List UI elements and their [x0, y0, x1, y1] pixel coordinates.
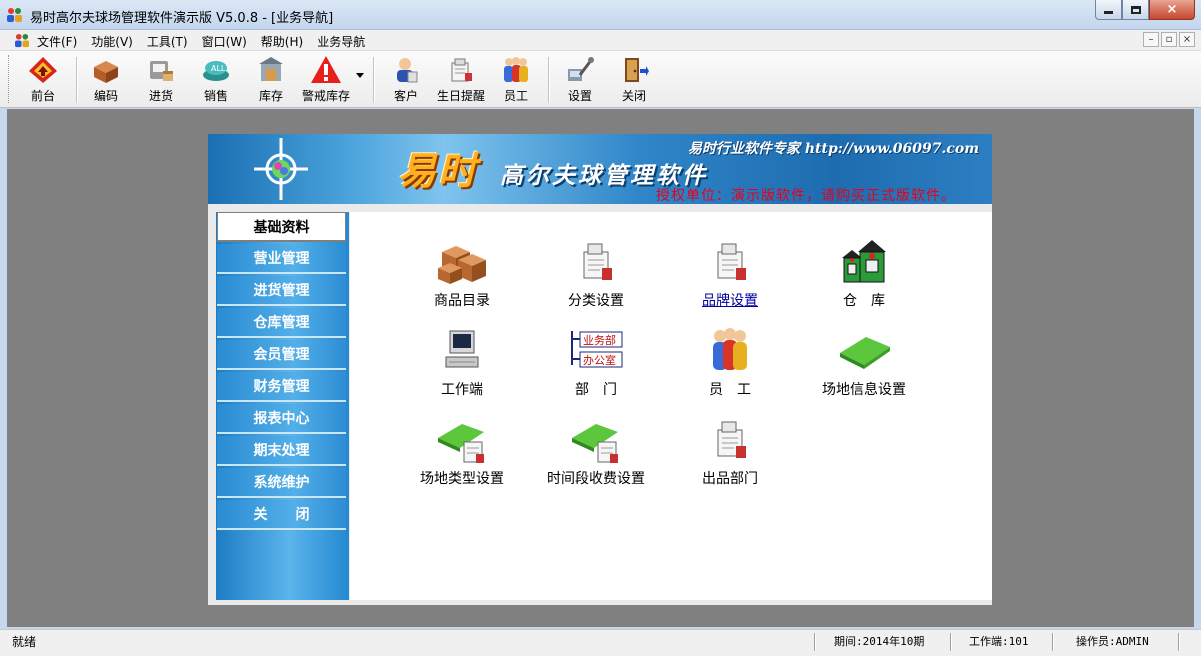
banner-brand: 易时	[398, 148, 479, 193]
warning-icon	[311, 56, 341, 83]
boxes-icon	[94, 61, 118, 83]
banner-slogan: 易时行业软件专家 http://www.06097.com	[688, 141, 980, 157]
close-button[interactable]: ×	[1149, 0, 1195, 20]
computer-icon	[445, 330, 479, 368]
menu-file[interactable]: 文件(F)	[37, 33, 77, 50]
status-text: 就绪	[12, 635, 37, 649]
menu-bar: 文件(F) 功能(V) 工具(T) 窗口(W) 帮助(H) 业务导航 – ▫ ×	[0, 30, 1201, 51]
sidebar-item-purchase[interactable]: 进货管理	[217, 276, 346, 306]
sidebar-item-members[interactable]: 会员管理	[217, 340, 346, 370]
status-bar: 就绪 期间:2014年10期 工作端:101 操作员:ADMIN	[0, 629, 1201, 656]
menu-help[interactable]: 帮助(H)	[261, 33, 303, 50]
birthday-icon	[451, 58, 472, 82]
app-people-icon	[15, 33, 30, 48]
sidebar: 基础资料 营业管理 进货管理 仓库管理 会员管理 财务管理 报表中心 期末处理 …	[216, 212, 349, 600]
toolbar-purchase-button[interactable]: 进货	[131, 55, 191, 105]
purchase-icon	[150, 61, 173, 81]
svg-text:ALL: ALL	[211, 64, 226, 73]
function-warehouse[interactable]: 仓 库	[804, 238, 924, 310]
status-divider	[950, 633, 952, 651]
mdi-minimize-button[interactable]: –	[1143, 32, 1159, 47]
toolbar-code-button[interactable]: 编码	[76, 55, 136, 105]
banner-license: 授权单位：演示版软件，请购买正式版软件。	[656, 188, 956, 204]
toolbar-front-desk-button[interactable]: 前台	[13, 55, 73, 105]
exit-door-icon	[625, 58, 649, 82]
menu-function[interactable]: 功能(V)	[91, 33, 133, 50]
maximize-button[interactable]	[1122, 0, 1149, 20]
toolbar-customer-button[interactable]: 客户	[376, 55, 436, 105]
toolbar-birthday-button[interactable]: 生日提醒	[431, 55, 491, 105]
function-staff[interactable]: 员 工	[670, 327, 790, 399]
menu-window[interactable]: 窗口(W)	[202, 33, 247, 50]
sales-icon: ALL	[203, 61, 229, 81]
toolbar-staff-button[interactable]: 员工	[486, 55, 546, 105]
function-field-type[interactable]: 场地类型设置	[402, 416, 522, 488]
close-icon: ×	[1166, 2, 1178, 17]
sidebar-item-finance[interactable]: 财务管理	[217, 372, 346, 402]
toolbar-separator	[373, 57, 375, 103]
menu-tools[interactable]: 工具(T)	[147, 33, 188, 50]
settings-icon	[568, 57, 594, 81]
front-desk-icon	[29, 57, 57, 83]
function-time-pricing[interactable]: 时间段收费设置	[536, 416, 656, 488]
sidebar-item-close[interactable]: 关 闭	[217, 500, 346, 530]
status-divider	[814, 633, 816, 651]
function-field-info[interactable]: 场地信息设置	[804, 327, 924, 399]
dept-tree-label: 业务部	[583, 333, 616, 347]
window-title: 易时高尔夫球场管理软件演示版 V5.0.8 - [业务导航]	[30, 11, 334, 26]
sidebar-item-warehouse[interactable]: 仓库管理	[217, 308, 346, 338]
printer-doc-icon	[717, 243, 746, 280]
green-field-doc-icon	[438, 424, 484, 463]
toolbar-sales-button[interactable]: ALL 销售	[186, 55, 246, 105]
business-navigator: 易时 高尔夫球管理软件 易时行业软件专家 http://www.06097.co…	[208, 134, 992, 605]
staff-icon	[504, 57, 528, 82]
crosshair-logo-icon	[254, 138, 308, 200]
toolbar-settings-button[interactable]: 设置	[550, 55, 610, 105]
status-workstation: 工作端:101	[969, 635, 1029, 648]
printer-doc-icon	[717, 421, 746, 458]
green-field-doc-icon	[572, 424, 618, 463]
status-divider	[1052, 633, 1054, 651]
function-output-department[interactable]: 出品部门	[670, 416, 790, 488]
sidebar-item-business[interactable]: 营业管理	[217, 244, 346, 274]
boxes-icon	[438, 246, 486, 284]
title-bar: 易时高尔夫球场管理软件演示版 V5.0.8 - [业务导航] ×	[0, 0, 1201, 30]
alert-stock-dropdown-arrow[interactable]	[356, 73, 364, 78]
maximize-icon	[1130, 5, 1141, 14]
inventory-icon	[259, 57, 283, 81]
mdi-close-button[interactable]: ×	[1179, 32, 1195, 47]
toolbar-exit-button[interactable]: 关闭	[604, 55, 664, 105]
warehouse-icon	[842, 240, 886, 283]
function-workstation[interactable]: 工作端	[402, 327, 522, 399]
toolbar-grip[interactable]	[8, 55, 11, 103]
customer-icon	[397, 58, 418, 83]
toolbar: 前台 编码 进货 ALL 销售 库存 警戒库存 客户 生日提醒 员工 设置 关闭	[0, 51, 1201, 108]
sidebar-item-reports[interactable]: 报表中心	[217, 404, 346, 434]
app-people-icon	[7, 8, 22, 22]
printer-doc-icon	[583, 243, 612, 280]
function-category-settings[interactable]: 分类设置	[536, 238, 656, 310]
navigator-body: 基础资料 营业管理 进货管理 仓库管理 会员管理 财务管理 报表中心 期末处理 …	[208, 204, 992, 605]
sidebar-item-system[interactable]: 系统维护	[217, 468, 346, 498]
minimize-icon	[1104, 11, 1113, 14]
dept-tree-label: 办公室	[583, 353, 616, 367]
function-department[interactable]: 业务部 办公室 部 门	[536, 327, 656, 399]
menu-business-nav[interactable]: 业务导航	[317, 33, 365, 50]
green-field-icon	[840, 337, 890, 369]
department-tree-icon: 业务部 办公室	[571, 331, 623, 368]
banner: 易时 高尔夫球管理软件 易时行业软件专家 http://www.06097.co…	[208, 134, 992, 204]
mdi-restore-button[interactable]: ▫	[1161, 32, 1177, 47]
minimize-button[interactable]	[1095, 0, 1122, 20]
function-panel: 商品目录 分类设置 品牌设置 仓 库 工作端 业务部 办公室 部 门 员 工 场…	[350, 212, 992, 600]
sidebar-item-period-end[interactable]: 期末处理	[217, 436, 346, 466]
status-period: 期间:2014年10期	[834, 635, 925, 648]
function-brand-settings[interactable]: 品牌设置	[670, 238, 790, 310]
status-operator: 操作员:ADMIN	[1076, 635, 1149, 648]
sidebar-item-basic-data[interactable]: 基础资料	[217, 212, 346, 242]
toolbar-inventory-button[interactable]: 库存	[241, 55, 301, 105]
staff-icon	[713, 328, 747, 370]
status-divider	[1178, 633, 1180, 651]
toolbar-alert-stock-button[interactable]: 警戒库存	[296, 55, 356, 105]
function-product-catalog[interactable]: 商品目录	[402, 238, 522, 310]
